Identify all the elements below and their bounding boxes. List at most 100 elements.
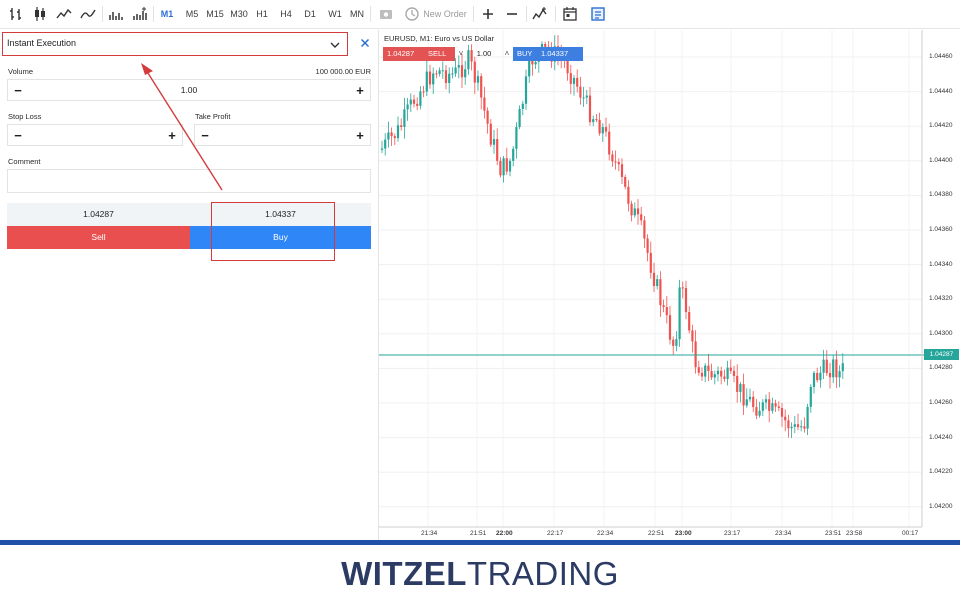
timeframe-h1[interactable]: H1 xyxy=(254,6,270,22)
volume-icon[interactable] xyxy=(108,6,124,22)
candle-body xyxy=(441,70,444,72)
take-profit-stepper[interactable]: − + xyxy=(194,124,371,146)
brand-name-regular: TRADING xyxy=(466,555,619,592)
new-order-button[interactable]: New Order xyxy=(422,6,468,22)
timeframe-m5[interactable]: M5 xyxy=(183,6,201,22)
timeframe-m30[interactable]: M30 xyxy=(228,6,250,22)
timeframe-w1[interactable]: W1 xyxy=(326,6,344,22)
candle-body xyxy=(508,160,512,172)
timeframe-m15[interactable]: M15 xyxy=(205,6,225,22)
price-tick-label: 1.04320 xyxy=(929,295,953,303)
candle-body xyxy=(793,424,796,427)
one-click-buy-button[interactable]: BUY 1.04337 xyxy=(513,47,583,61)
one-click-volume[interactable]: 1.00 xyxy=(467,47,501,61)
one-click-sell-button[interactable]: 1.04287 SELL xyxy=(383,47,455,61)
price-tick-label: 1.04400 xyxy=(929,156,953,164)
candlestick-icon[interactable] xyxy=(32,6,48,22)
price-tick-label: 1.04240 xyxy=(929,433,953,441)
volume-increase-button[interactable]: + xyxy=(353,84,367,98)
price-chart[interactable]: EURUSD, M1: Euro vs US Dollar 1.04287 SE… xyxy=(379,30,960,540)
timeframe-d1[interactable]: D1 xyxy=(302,6,318,22)
volume-up-chevron-icon[interactable]: ˄ xyxy=(501,47,513,61)
toolbar-separator xyxy=(370,6,371,22)
volume-decrease-button[interactable]: − xyxy=(11,84,25,98)
candle-body xyxy=(739,384,742,392)
timeframe-mn[interactable]: MN xyxy=(348,6,366,22)
timeframe-h4[interactable]: H4 xyxy=(278,6,294,22)
chart-title: EURUSD, M1: Euro vs US Dollar xyxy=(384,34,495,43)
price-tick-label: 1.04420 xyxy=(929,122,953,130)
candle-body xyxy=(515,127,518,149)
chart-canvas[interactable] xyxy=(379,30,960,540)
screenshot-icon[interactable] xyxy=(378,6,394,22)
candle-body xyxy=(784,416,787,421)
candle-body xyxy=(678,287,681,340)
candle-body xyxy=(796,424,800,428)
stop-loss-increase-button[interactable]: + xyxy=(165,129,179,143)
candle-body xyxy=(387,132,390,140)
time-tick-label: 22:34 xyxy=(597,530,614,537)
candle-body xyxy=(457,65,460,68)
area-chart-icon[interactable] xyxy=(80,6,96,22)
candle-body xyxy=(585,95,588,98)
candle-body xyxy=(390,132,393,137)
candle-body xyxy=(758,410,761,416)
zoom-out-icon[interactable] xyxy=(504,6,520,22)
volume-up-icon[interactable] xyxy=(132,6,148,22)
close-icon[interactable] xyxy=(359,36,371,48)
toolbar-separator xyxy=(526,6,527,22)
calendar-icon[interactable] xyxy=(562,6,578,22)
line-chart-icon[interactable] xyxy=(56,6,72,22)
candle-body xyxy=(819,372,822,381)
comment-input[interactable] xyxy=(7,169,371,193)
notes-icon[interactable] xyxy=(590,6,606,22)
candle-body xyxy=(617,161,620,165)
take-profit-increase-button[interactable]: + xyxy=(353,129,367,143)
price-tick-label: 1.04260 xyxy=(929,399,953,406)
candle-body xyxy=(828,373,832,378)
candle-body xyxy=(659,279,662,306)
clock-icon[interactable] xyxy=(404,6,420,22)
candle-body xyxy=(464,69,467,78)
price-tick-label: 1.04300 xyxy=(929,329,953,337)
candle-body xyxy=(588,95,592,123)
volume-note: 100 000.00 EUR xyxy=(315,67,371,76)
candle-body xyxy=(835,359,838,378)
timeframe-m1[interactable]: M1 xyxy=(158,6,176,22)
candle-body xyxy=(726,367,729,379)
volume-down-chevron-icon[interactable]: ˅ xyxy=(455,47,467,61)
candle-body xyxy=(592,119,595,123)
bar-chart-icon[interactable] xyxy=(8,6,24,22)
candle-body xyxy=(572,77,576,84)
stop-loss-stepper[interactable]: − + xyxy=(7,124,183,146)
indicators-icon[interactable] xyxy=(532,6,548,22)
take-profit-decrease-button[interactable]: − xyxy=(198,129,212,143)
candle-body xyxy=(656,279,659,287)
execution-type-select[interactable]: Instant Execution xyxy=(2,32,348,56)
candle-body xyxy=(502,158,505,176)
candle-body xyxy=(636,208,640,215)
candle-body xyxy=(412,99,416,104)
candle-body xyxy=(483,97,486,111)
candle-body xyxy=(624,177,627,187)
candle-body xyxy=(832,359,835,378)
candle-body xyxy=(614,161,617,163)
candle-body xyxy=(694,341,697,368)
candle-body xyxy=(393,136,396,139)
candle-body xyxy=(838,371,841,378)
comment-label: Comment xyxy=(8,157,41,166)
sell-button[interactable]: Sell xyxy=(7,226,190,249)
candle-body xyxy=(512,148,515,161)
candle-body xyxy=(406,104,409,110)
candle-body xyxy=(640,214,643,221)
candle-body xyxy=(729,367,732,371)
candle-body xyxy=(665,307,668,316)
volume-stepper[interactable]: − 1.00 + xyxy=(7,79,371,101)
volume-value[interactable]: 1.00 xyxy=(28,85,350,95)
candle-body xyxy=(630,203,633,216)
stop-loss-decrease-button[interactable]: − xyxy=(11,129,25,143)
candle-body xyxy=(825,359,828,374)
zoom-in-icon[interactable] xyxy=(480,6,496,22)
candle-body xyxy=(768,399,771,411)
price-tick-label: 1.04380 xyxy=(929,191,953,199)
